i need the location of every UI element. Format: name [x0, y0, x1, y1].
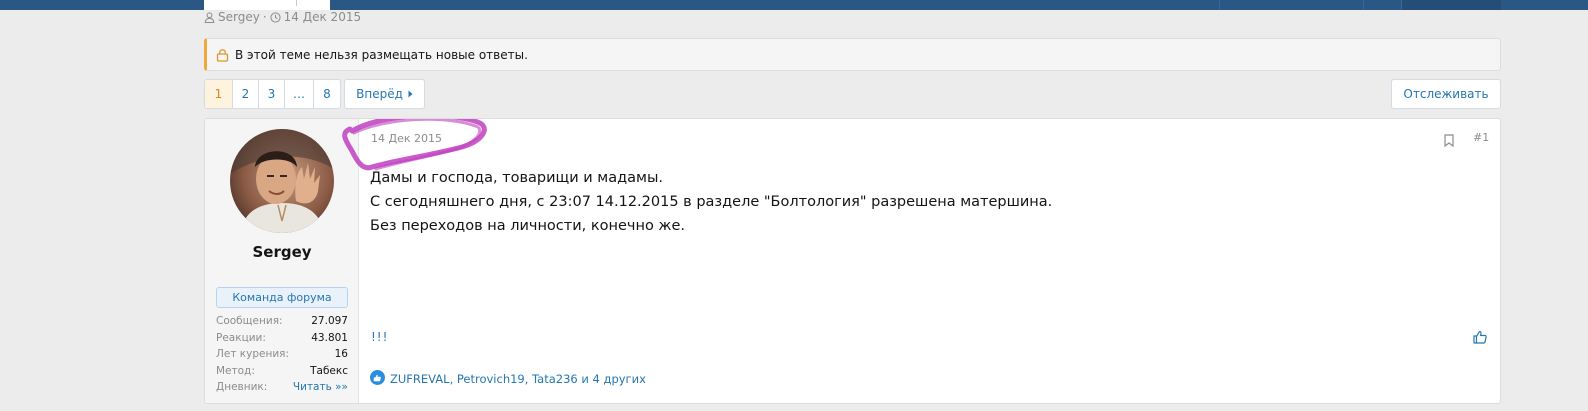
stat-value: 27.097: [311, 315, 348, 327]
post-date-link[interactable]: 14 Дек 2015: [371, 132, 442, 145]
page-jump-button[interactable]: …: [285, 80, 314, 108]
like-thumbs-up-icon[interactable]: [1473, 329, 1487, 348]
like-reaction-icon: [370, 370, 385, 388]
notice-text: В этой теме нельзя размещать новые ответ…: [235, 47, 528, 62]
post-line: С сегодняшнего дня, с 23:07 14.12.2015 в…: [370, 194, 1053, 210]
stat-value: Табекс: [310, 364, 348, 377]
stat-label: Дневник:: [216, 381, 268, 393]
page-1-button[interactable]: 1: [205, 80, 233, 108]
post-line: Без переходов на личности, конечно же.: [370, 218, 686, 234]
nav-search-button[interactable]: [1219, 0, 1363, 10]
user-role-badge: Команда форума: [216, 287, 348, 308]
next-page-label: Вперёд: [356, 87, 403, 101]
clock-icon: [270, 11, 281, 23]
post-body: Дамы и господа, товарищи и мадамы. С сег…: [370, 166, 1052, 238]
nav-tab-active[interactable]: [204, 0, 330, 10]
thread-meta: Sergey · 14 Дек 2015: [204, 10, 361, 24]
thread-author-link[interactable]: Sergey: [218, 10, 260, 24]
meta-separator: ·: [262, 10, 267, 24]
stat-label: Метод:: [216, 364, 255, 377]
thread-date-link[interactable]: 14 Дек 2015: [284, 10, 361, 24]
page-8-button[interactable]: 8: [314, 80, 340, 108]
post-signature: !!!: [371, 330, 389, 344]
avatar[interactable]: [230, 129, 334, 233]
stat-label: Реакции:: [216, 331, 266, 344]
post: Sergey Команда форума Сообщения: 27.097 …: [204, 118, 1501, 404]
user-stats: Сообщения: 27.097 Реакции: 43.801 Лет ку…: [216, 313, 348, 396]
nav-alerts-button[interactable]: [1363, 0, 1401, 10]
stat-label: Лет курения:: [216, 348, 290, 360]
stat-row: Сообщения: 27.097: [216, 313, 348, 330]
post-username-link[interactable]: Sergey: [205, 243, 359, 261]
post-number-link[interactable]: #1: [1473, 131, 1489, 144]
caret-right-icon: [408, 87, 413, 101]
thread-closed-notice: В этой теме нельзя размещать новые ответ…: [204, 38, 1501, 71]
diary-read-link[interactable]: Читать »»: [293, 379, 348, 396]
reactions-bar[interactable]: ZUFREVAL, Petrovich19, Tata236 и 4 други…: [370, 370, 646, 388]
lock-icon: [216, 48, 229, 62]
post-line: Дамы и господа, товарищи и мадамы.: [370, 170, 664, 186]
stat-row: Реакции: 43.801: [216, 330, 348, 347]
page-3-button[interactable]: 3: [259, 80, 285, 108]
user-icon: [204, 11, 215, 23]
follow-thread-button[interactable]: Отслеживать: [1391, 79, 1501, 109]
pagination: 1 2 3 … 8: [204, 79, 341, 109]
top-nav-bar: [0, 0, 1588, 10]
stat-value: 16: [334, 348, 348, 360]
nav-account-button[interactable]: [1401, 0, 1501, 10]
stat-row: Дневник: Читать »»: [216, 379, 348, 396]
next-page-button[interactable]: Вперёд: [344, 79, 425, 109]
reactions-list-link[interactable]: ZUFREVAL, Petrovich19, Tata236 и 4 други…: [390, 372, 646, 386]
stat-label: Сообщения:: [216, 315, 283, 327]
bookmark-icon[interactable]: [1444, 132, 1454, 151]
stat-row: Лет курения: 16: [216, 346, 348, 363]
page-2-button[interactable]: 2: [233, 80, 259, 108]
stat-value: 43.801: [311, 331, 348, 344]
stat-row: Метод: Табекс: [216, 363, 348, 380]
